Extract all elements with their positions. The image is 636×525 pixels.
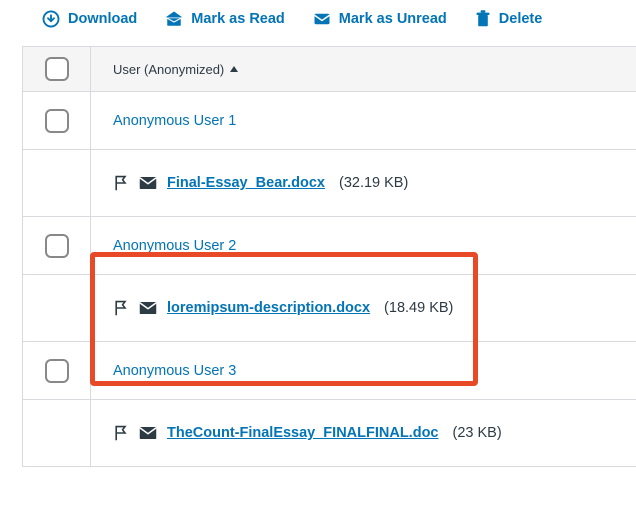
user-link[interactable]: Anonymous User 1 xyxy=(113,113,236,129)
table-row: TheCount-FinalEssay_FINALFINAL.doc (23 K… xyxy=(23,400,636,467)
mail-icon xyxy=(313,11,331,27)
envelope-icon[interactable] xyxy=(139,301,157,315)
select-all-cell xyxy=(23,47,91,91)
envelope-icon[interactable] xyxy=(139,426,157,440)
user-link[interactable]: Anonymous User 2 xyxy=(113,238,236,254)
submissions-table: User (Anonymized) Anonymous User 1 xyxy=(22,46,636,467)
row-checkbox[interactable] xyxy=(45,109,69,133)
download-button[interactable]: Download xyxy=(42,10,137,28)
flag-icon[interactable] xyxy=(113,424,129,442)
file-link[interactable]: Final-Essay_Bear.docx xyxy=(167,175,325,191)
mark-unread-label: Mark as Unread xyxy=(339,11,447,27)
row-checkbox[interactable] xyxy=(45,359,69,383)
table-row: Final-Essay_Bear.docx (32.19 KB) xyxy=(23,150,636,217)
table-row: Anonymous User 2 xyxy=(23,217,636,275)
flag-icon[interactable] xyxy=(113,174,129,192)
user-column-header[interactable]: User (Anonymized) xyxy=(91,50,260,89)
trash-icon xyxy=(475,10,491,28)
user-column-label: User (Anonymized) xyxy=(113,62,224,77)
file-size: (23 KB) xyxy=(453,425,502,441)
delete-button[interactable]: Delete xyxy=(475,10,543,28)
select-all-checkbox[interactable] xyxy=(45,57,69,81)
delete-label: Delete xyxy=(499,11,543,27)
download-label: Download xyxy=(68,11,137,27)
download-icon xyxy=(42,10,60,28)
mark-read-button[interactable]: Mark as Read xyxy=(165,10,285,28)
table-row: Anonymous User 3 xyxy=(23,342,636,400)
mail-open-icon xyxy=(165,10,183,28)
flag-icon[interactable] xyxy=(113,299,129,317)
toolbar: Download Mark as Read Mark as Unread xyxy=(0,0,636,46)
user-link[interactable]: Anonymous User 3 xyxy=(113,363,236,379)
file-link[interactable]: loremipsum-description.docx xyxy=(167,300,370,316)
table-row: loremipsum-description.docx (18.49 KB) xyxy=(23,275,636,342)
file-size: (32.19 KB) xyxy=(339,175,408,191)
sort-asc-icon xyxy=(230,66,238,72)
mark-read-label: Mark as Read xyxy=(191,11,285,27)
file-size: (18.49 KB) xyxy=(384,300,453,316)
table-row: Anonymous User 1 xyxy=(23,92,636,150)
mark-unread-button[interactable]: Mark as Unread xyxy=(313,11,447,27)
envelope-icon[interactable] xyxy=(139,176,157,190)
file-link[interactable]: TheCount-FinalEssay_FINALFINAL.doc xyxy=(167,425,439,441)
row-checkbox[interactable] xyxy=(45,234,69,258)
table-header: User (Anonymized) xyxy=(23,46,636,92)
